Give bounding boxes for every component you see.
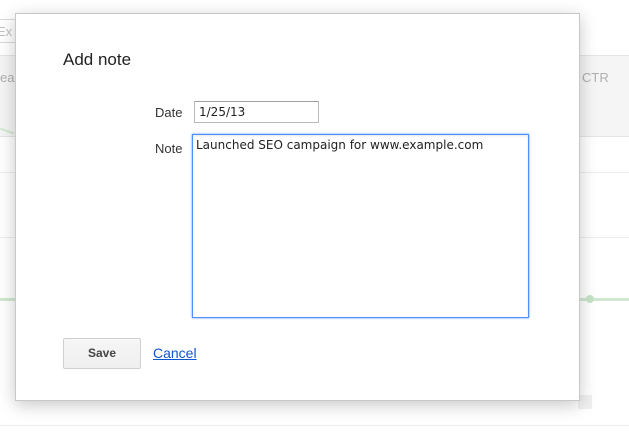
- background-sparkline-dot: [586, 295, 594, 303]
- note-textarea[interactable]: Launched SEO campaign for www.example.co…: [192, 134, 529, 318]
- date-label: Date: [155, 105, 183, 120]
- background-column-ctr: CTR: [582, 70, 609, 85]
- background-row-divider: [0, 425, 629, 426]
- background-box: [578, 395, 592, 409]
- note-label: Note: [155, 141, 183, 156]
- background-column-left: ea: [0, 70, 15, 85]
- cancel-link[interactable]: Cancel: [153, 345, 197, 361]
- dialog-title: Add note: [63, 50, 132, 69]
- save-button[interactable]: Save: [63, 338, 141, 369]
- date-input[interactable]: [194, 101, 319, 123]
- add-note-dialog: Add note Date Note Launched SEO campaign…: [15, 13, 580, 401]
